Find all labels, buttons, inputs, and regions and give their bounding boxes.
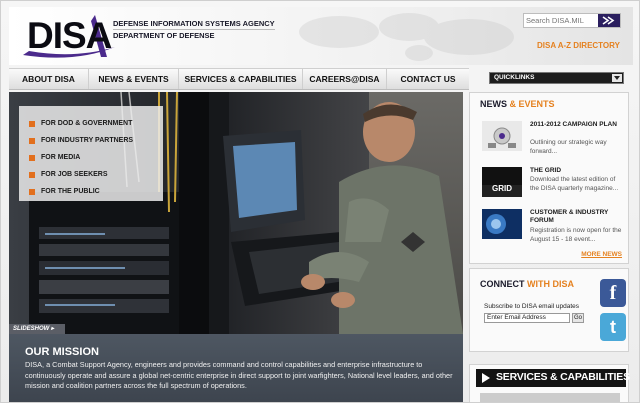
logo-text: DISA: [27, 15, 112, 56]
search-input[interactable]: [526, 14, 596, 27]
email-field[interactable]: Enter Email Address: [484, 313, 570, 323]
nav-services-capabilities[interactable]: SERVICES & CAPABILITIES: [179, 69, 303, 89]
grid-thumb-text: GRID: [492, 184, 512, 193]
nav-news-events[interactable]: NEWS & EVENTS: [89, 69, 179, 89]
subscribe-label: Subscribe to DISA email updates: [484, 303, 580, 310]
audience-link-label: FOR MEDIA: [41, 154, 81, 161]
connect-title-a: CONNECT: [480, 279, 525, 289]
news-panel-title: NEWS & EVENTS: [480, 99, 555, 109]
bullet-icon: [29, 189, 35, 195]
main-nav: ABOUT DISA NEWS & EVENTS SERVICES & CAPA…: [9, 68, 469, 90]
news-description: Registration is now open for the August …: [530, 227, 622, 243]
nav-about-disa[interactable]: ABOUT DISA: [9, 69, 89, 89]
quicklinks-label: QUICKLINKS: [494, 74, 535, 81]
nav-careers[interactable]: CAREERS@DISA: [303, 69, 387, 89]
bullet-icon: [29, 155, 35, 161]
mission-panel: OUR MISSION DISA, a Combat Support Agenc…: [9, 334, 463, 402]
bullet-icon: [29, 138, 35, 144]
bullet-icon: [29, 121, 35, 127]
world-map-background: [299, 13, 514, 61]
news-title-b: & EVENTS: [509, 99, 555, 109]
audience-menu: FOR DOD & GOVERNMENT FOR INDUSTRY PARTNE…: [19, 106, 163, 201]
news-item-campaign-plan[interactable]: 2011-2012 CAMPAIGN PLAN Outlining our st…: [482, 121, 626, 167]
news-headline: CUSTOMER & INDUSTRY FORUM: [530, 209, 609, 224]
audience-link-industry[interactable]: FOR INDUSTRY PARTNERS: [19, 133, 163, 149]
mission-text: DISA, a Combat Support Agency, engineers…: [25, 360, 453, 390]
az-directory-link[interactable]: DISA A-Z DIRECTORY: [537, 41, 620, 50]
chevron-down-icon: [612, 74, 622, 82]
twitter-icon[interactable]: t: [600, 313, 626, 341]
nav-contact-us[interactable]: CONTACT US: [387, 69, 469, 89]
connect-panel-title: CONNECT WITH DISA: [480, 279, 574, 289]
page-frame: DISA DEFENSE INFORMATION SYSTEMS AGENCY …: [0, 0, 640, 403]
bullet-icon: [29, 172, 35, 178]
agency-name: DEFENSE INFORMATION SYSTEMS AGENCY: [113, 19, 275, 30]
audience-link-label: FOR DOD & GOVERNMENT: [41, 120, 133, 127]
audience-link-label: FOR INDUSTRY PARTNERS: [41, 137, 134, 144]
subscribe-go-button[interactable]: Go: [572, 313, 584, 323]
news-headline: 2011-2012 CAMPAIGN PLAN: [530, 121, 617, 128]
search-button[interactable]: [598, 14, 620, 27]
news-title-a: NEWS: [480, 99, 507, 109]
audience-link-label: FOR JOB SEEKERS: [41, 171, 108, 178]
audience-link-job-seekers[interactable]: FOR JOB SEEKERS: [19, 167, 163, 183]
news-description: Download the latest edition of the DISA …: [530, 176, 619, 192]
mission-title: OUR MISSION: [25, 346, 99, 358]
news-item-forum[interactable]: CUSTOMER & INDUSTRY FORUM Registration i…: [482, 209, 626, 255]
more-news-link[interactable]: MORE NEWS: [581, 251, 622, 258]
services-subbar: [480, 393, 620, 402]
facebook-icon[interactable]: f: [600, 279, 626, 307]
connect-title-b: WITH DISA: [527, 279, 575, 289]
campaign-plan-thumbnail: [482, 121, 522, 151]
play-arrow-icon: [482, 373, 490, 383]
site-header: DISA DEFENSE INFORMATION SYSTEMS AGENCY …: [9, 7, 633, 65]
search-box: [523, 13, 621, 28]
connect-panel: CONNECT WITH DISA Subscribe to DISA emai…: [469, 268, 629, 352]
audience-link-label: FOR THE PUBLIC: [41, 188, 100, 195]
services-panel: SERVICES & CAPABILITIES: [469, 364, 630, 402]
agency-name-block: DEFENSE INFORMATION SYSTEMS AGENCY DEPAR…: [113, 19, 275, 40]
news-item-the-grid[interactable]: GRID THE GRID Download the latest editio…: [482, 167, 626, 213]
services-capabilities-label: SERVICES & CAPABILITIES: [496, 371, 630, 383]
slideshow-tab[interactable]: SLIDESHOW ▸: [9, 324, 65, 334]
department-name: DEPARTMENT OF DEFENSE: [113, 31, 215, 40]
quicklinks-select[interactable]: QUICKLINKS: [489, 72, 624, 84]
audience-link-media[interactable]: FOR MEDIA: [19, 150, 163, 166]
disa-logo[interactable]: DISA: [15, 11, 125, 63]
forum-thumbnail: [482, 209, 522, 239]
the-grid-thumbnail: GRID: [482, 167, 522, 197]
audience-link-public[interactable]: FOR THE PUBLIC: [19, 184, 163, 200]
news-panel: NEWS & EVENTS 2011-2012 CAMPAIGN PLAN Ou…: [469, 92, 629, 264]
services-capabilities-button[interactable]: SERVICES & CAPABILITIES: [476, 369, 630, 387]
news-description: Outlining our strategic way forward...: [530, 139, 607, 155]
audience-link-dod[interactable]: FOR DOD & GOVERNMENT: [19, 116, 163, 132]
news-headline: THE GRID: [530, 167, 562, 174]
hero-slideshow[interactable]: FOR DOD & GOVERNMENT FOR INDUSTRY PARTNE…: [9, 92, 463, 334]
search-arrow-icon: [602, 16, 615, 25]
